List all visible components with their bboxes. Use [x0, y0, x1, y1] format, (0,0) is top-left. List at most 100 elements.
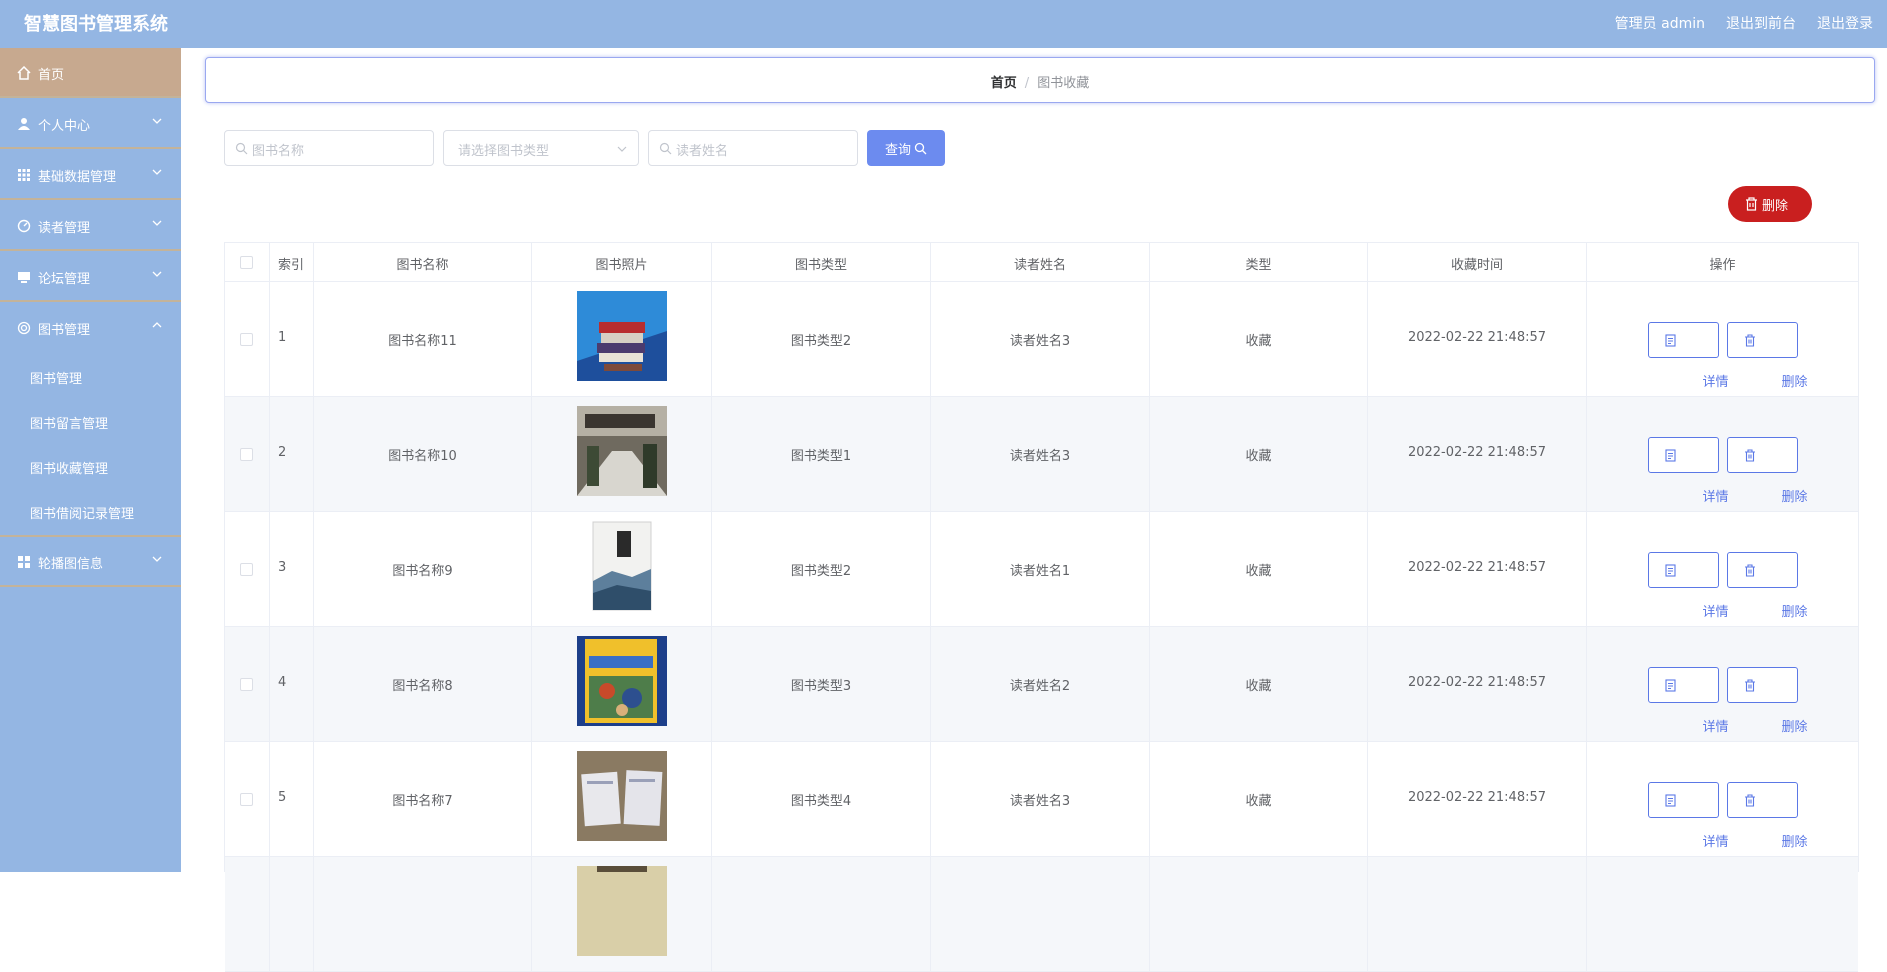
logout-link[interactable]: 退出登录 — [1817, 13, 1873, 33]
sidebar-subitem-book-favorites[interactable]: 图书收藏管理 — [30, 458, 108, 477]
book-name-input[interactable]: 图书名称 — [224, 130, 434, 166]
time-cell: 2022-02-22 21:48:57 — [1368, 397, 1587, 511]
book-name-cell: 图书名称10 — [314, 397, 532, 511]
search-icon — [914, 142, 927, 155]
detail-button[interactable]: 详情 — [1648, 552, 1729, 620]
time-value: 2022-02-22 21:48:57 — [1407, 445, 1547, 460]
book-name-cell: 图书名称8 — [314, 627, 532, 741]
detail-button[interactable]: 详情 — [1648, 437, 1729, 505]
book-cover-image[interactable] — [577, 636, 667, 726]
delete-button[interactable]: 删除 — [1727, 667, 1808, 735]
delete-button[interactable]: 删除 — [1727, 552, 1808, 620]
back-to-frontend-link[interactable]: 退出到前台 — [1726, 13, 1796, 33]
chevron-down-icon — [152, 169, 162, 175]
sidebar-subitem-book-management[interactable]: 图书管理 — [30, 368, 82, 387]
book-name-value: 图书名称9 — [392, 564, 453, 579]
detail-label: 详情 — [1702, 490, 1729, 505]
book-type-placeholder: 请选择图书类型 — [458, 144, 550, 159]
detail-label: 详情 — [1702, 720, 1729, 735]
sidebar-item-carousel[interactable]: 轮播图信息 — [0, 535, 181, 587]
row-checkbox[interactable] — [240, 448, 253, 461]
book-name-cell: 图书名称11 — [314, 282, 532, 396]
sidebar-item-label: 基础数据管理 — [38, 170, 117, 185]
book-type-value: 图书类型4 — [790, 794, 852, 809]
row-checkbox[interactable] — [240, 793, 253, 806]
sidebar-item-readers[interactable]: 读者管理 — [0, 201, 181, 251]
sidebar-item-label: 论坛管理 — [38, 272, 91, 287]
row-select-cell — [225, 627, 270, 741]
document-icon — [1665, 564, 1676, 577]
row-select-cell — [225, 512, 270, 626]
sidebar-item-personal-center[interactable]: 个人中心 — [0, 99, 181, 149]
reader-name-cell: 读者姓名3 — [931, 282, 1150, 396]
reader-name-value: 读者姓名1 — [1009, 564, 1071, 579]
sidebar-item-forum[interactable]: 论坛管理 — [0, 252, 181, 302]
col-favorite-time: 收藏时间 — [1368, 243, 1587, 281]
book-type-cell: 图书类型3 — [712, 627, 931, 741]
col-reader-name: 读者姓名 — [931, 243, 1150, 281]
delete-button[interactable]: 删除 — [1727, 782, 1808, 850]
delete-label: 删除 — [1781, 720, 1808, 735]
batch-delete-button[interactable]: 删除 — [1728, 186, 1812, 222]
sidebar-subitem-borrow-records[interactable]: 图书借阅记录管理 — [30, 503, 134, 522]
row-checkbox[interactable] — [240, 563, 253, 576]
actions-cell: 详情 删除 — [1587, 627, 1858, 741]
col-actions: 操作 — [1587, 243, 1858, 281]
sidebar-item-home[interactable]: 首页 — [0, 48, 181, 98]
table-row: 1 图书名称11 图书类型2 读者姓名3 收藏 2022-02-22 21:48… — [225, 282, 1858, 397]
book-cover-image[interactable] — [577, 866, 667, 956]
kind-value: 收藏 — [1245, 679, 1272, 694]
index-cell — [270, 857, 314, 971]
reader-name-cell: 读者姓名3 — [931, 742, 1150, 856]
sidebar-item-label: 轮播图信息 — [38, 557, 104, 572]
book-cover-image[interactable] — [577, 291, 667, 381]
book-name-value: 图书名称7 — [392, 794, 453, 809]
detail-button[interactable]: 详情 — [1648, 667, 1729, 735]
col-header-label: 图书照片 — [595, 258, 648, 273]
index-cell: 3 — [270, 512, 314, 626]
book-cover-image[interactable] — [577, 406, 667, 496]
chevron-down-icon — [152, 556, 162, 562]
col-header-label: 图书名称 — [396, 258, 449, 273]
query-button[interactable]: 查询 — [867, 130, 945, 166]
sidebar-item-basic-data[interactable]: 基础数据管理 — [0, 150, 181, 200]
col-book-type: 图书类型 — [712, 243, 931, 281]
book-photo-cell — [532, 512, 712, 626]
chevron-down-icon — [152, 118, 162, 124]
sidebar: 首页 个人中心 基础数据管理 读者管理 论坛管理 图书管理 图书管理 图书留言管… — [0, 48, 181, 872]
row-select-cell — [225, 397, 270, 511]
kind-cell: 收藏 — [1150, 742, 1368, 856]
book-cover-image[interactable] — [577, 521, 667, 611]
sidebar-subitem-book-comments[interactable]: 图书留言管理 — [30, 413, 108, 432]
time-value: 2022-02-22 21:48:57 — [1407, 330, 1547, 345]
breadcrumb-home[interactable]: 首页 — [991, 76, 1017, 91]
book-type-value: 图书类型1 — [790, 449, 852, 464]
detail-button[interactable]: 详情 — [1648, 782, 1729, 850]
book-name-placeholder: 图书名称 — [252, 144, 305, 159]
book-photo-cell — [532, 857, 712, 971]
admin-user-label[interactable]: 管理员 admin — [1615, 13, 1705, 33]
row-checkbox[interactable] — [240, 333, 253, 346]
delete-button[interactable]: 删除 — [1727, 322, 1808, 390]
sidebar-item-books[interactable]: 图书管理 — [0, 303, 181, 353]
reader-name-input[interactable]: 读者姓名 — [648, 130, 858, 166]
delete-label: 删除 — [1781, 835, 1808, 850]
delete-label: 删除 — [1781, 605, 1808, 620]
book-type-select[interactable]: 请选择图书类型 — [443, 130, 639, 166]
delete-label: 删除 — [1781, 490, 1808, 505]
top-header: 智慧图书管理系统 管理员 admin 退出到前台 退出登录 — [0, 0, 1887, 48]
trash-icon — [1745, 449, 1755, 462]
delete-button[interactable]: 删除 — [1727, 437, 1808, 505]
kind-value: 收藏 — [1245, 334, 1272, 349]
document-icon — [1665, 794, 1676, 807]
book-type-value: 图书类型2 — [790, 564, 852, 579]
detail-button[interactable]: 详情 — [1648, 322, 1729, 390]
trash-icon — [1745, 679, 1755, 692]
col-header-label: 收藏时间 — [1450, 258, 1503, 273]
row-checkbox[interactable] — [240, 678, 253, 691]
user-icon — [18, 118, 30, 130]
select-all-checkbox[interactable] — [240, 256, 253, 269]
time-value: 2022-02-22 21:48:57 — [1407, 675, 1547, 690]
book-cover-image[interactable] — [577, 751, 667, 841]
kind-cell: 收藏 — [1150, 627, 1368, 741]
